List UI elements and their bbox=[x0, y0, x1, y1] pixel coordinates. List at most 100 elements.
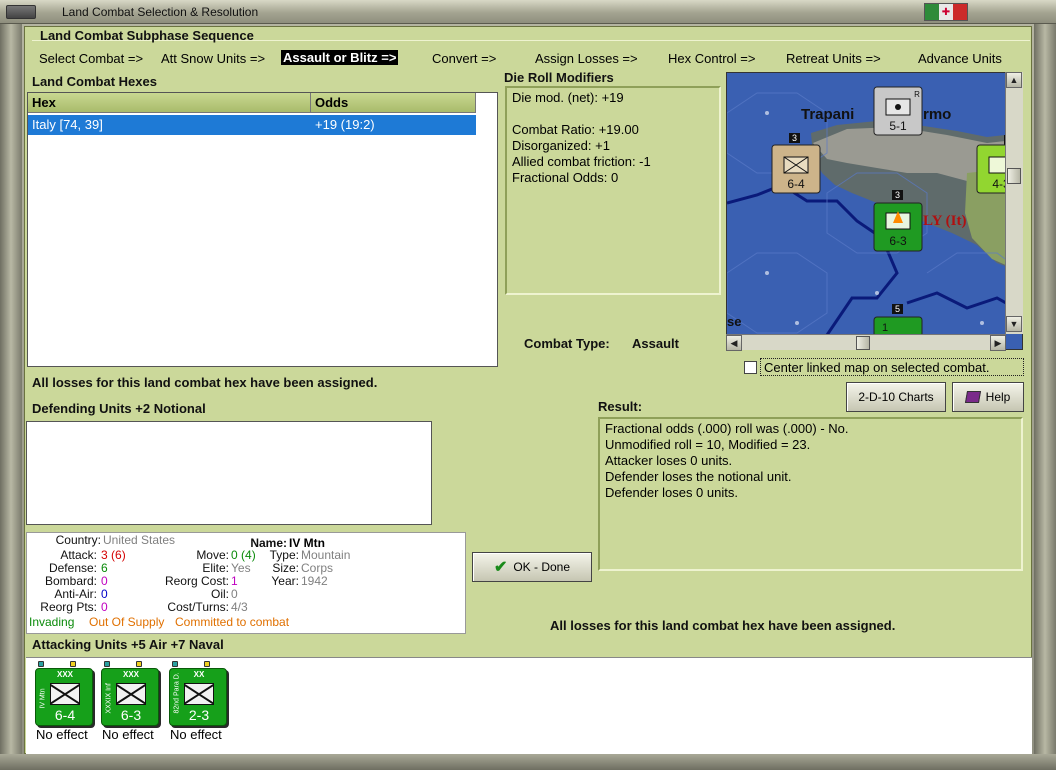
hex-cell[interactable]: Italy [74, 39] bbox=[28, 115, 311, 135]
map-stack-count: 3 bbox=[792, 133, 797, 143]
attacker-effect: No effect bbox=[170, 727, 222, 742]
combat-type-label: Combat Type: bbox=[524, 336, 610, 351]
map-counter-xxxxi-corp[interactable]: 5-1 R bbox=[873, 86, 923, 136]
map-stack-count: 3 bbox=[895, 190, 900, 200]
map-label-palermo: rmo bbox=[923, 106, 951, 123]
map-stack-count: 5 bbox=[895, 304, 900, 314]
map-counter-strength: 1 bbox=[882, 322, 888, 334]
flag-icon: ✚ bbox=[924, 3, 968, 21]
subphase-heading: Land Combat Subphase Sequence bbox=[40, 28, 254, 43]
map-horizontal-scrollbar[interactable]: ◀ ▶ bbox=[726, 334, 1006, 351]
status-invading: Invading bbox=[29, 615, 75, 629]
defenders-list[interactable] bbox=[26, 421, 432, 525]
map-label-se: se bbox=[727, 314, 741, 329]
unit-size: XXX bbox=[56, 670, 73, 679]
losses-message-bottom: All losses for this land combat hex have… bbox=[550, 618, 896, 633]
odds-cell[interactable]: +19 (19:2) bbox=[311, 115, 476, 135]
attacker-counter-iv-mtn[interactable]: XXX IV Mtn 6-4 bbox=[35, 661, 93, 726]
country-label: Country: bbox=[55, 533, 101, 547]
unit-strength: 6-3 bbox=[120, 707, 142, 723]
step-convert: Convert => bbox=[432, 51, 497, 66]
hexes-heading: Land Combat Hexes bbox=[32, 74, 157, 89]
scroll-down-icon[interactable]: ▼ bbox=[1006, 316, 1022, 332]
attacker-effect: No effect bbox=[36, 727, 88, 742]
window-title: Land Combat Selection & Resolution bbox=[62, 5, 259, 19]
result-line: Defender loses 0 units. bbox=[605, 485, 738, 500]
step-advance-units: Advance Units bbox=[918, 51, 1002, 66]
result-line: Fractional odds (.000) roll was (.000) -… bbox=[605, 421, 849, 436]
die-mods-heading: Die Roll Modifiers bbox=[504, 70, 614, 85]
reorg-pts-value: 0 bbox=[101, 600, 108, 614]
cost-turns-label: Cost/Turns: bbox=[167, 600, 229, 614]
map-label-trapani: Trapani bbox=[801, 106, 854, 123]
losses-message-top: All losses for this land combat hex have… bbox=[32, 375, 378, 390]
book-icon bbox=[964, 391, 981, 403]
map-vertical-scrollbar[interactable]: ▲ ▼ bbox=[1005, 72, 1023, 334]
die-mod-line: Disorganized: +1 bbox=[512, 138, 610, 153]
status-committed: Committed to combat bbox=[175, 615, 290, 629]
status-out-of-supply: Out Of Supply bbox=[89, 615, 165, 629]
left-frame-pillar bbox=[0, 24, 22, 770]
die-mod-line: Allied combat friction: -1 bbox=[512, 154, 651, 169]
infantry-symbol-icon bbox=[50, 683, 80, 705]
bottom-frame bbox=[0, 754, 1056, 770]
scroll-left-icon[interactable]: ◀ bbox=[726, 335, 742, 351]
map-label-italy: LY (It) bbox=[923, 213, 966, 229]
result-line: Unmodified roll = 10, Modified = 23. bbox=[605, 437, 811, 452]
right-frame-pillar bbox=[1034, 24, 1056, 770]
infantry-symbol-icon bbox=[116, 683, 146, 705]
scroll-up-icon[interactable]: ▲ bbox=[1006, 72, 1022, 88]
ok-done-label: OK - Done bbox=[513, 560, 571, 574]
charts-button[interactable]: 2-D-10 Charts bbox=[846, 382, 946, 412]
map-counter-strength: 6-3 bbox=[889, 234, 907, 248]
map-canvas[interactable]: Trapani rmo P LY (It) se 6-4 3 5-1 R 6-3 bbox=[727, 73, 1023, 350]
map-counter-strength: 6-4 bbox=[787, 177, 805, 191]
die-mod-line bbox=[512, 106, 714, 122]
hexes-list[interactable]: Hex Odds Italy [74, 39] +19 (19:2) bbox=[27, 92, 498, 367]
map-counter-strength: 5-1 bbox=[889, 119, 907, 133]
die-mod-line: Combat Ratio: +19.00 bbox=[512, 122, 639, 137]
defenders-heading: Defending Units +2 Notional bbox=[32, 401, 206, 416]
unit-info-panel: Country: United States Name: IV Mtn Atta… bbox=[26, 532, 466, 634]
infantry-symbol-icon bbox=[184, 683, 214, 705]
year-value: 1942 bbox=[301, 574, 328, 588]
step-retreat-units: Retreat Units => bbox=[786, 51, 881, 66]
horizontal-scroll-thumb[interactable] bbox=[856, 336, 870, 350]
center-map-checkbox[interactable] bbox=[744, 361, 757, 374]
country-value: United States bbox=[103, 533, 176, 547]
attacker-effect: No effect bbox=[102, 727, 154, 742]
ok-done-button[interactable]: ✔ OK - Done bbox=[472, 552, 592, 582]
step-att-snow-units: Att Snow Units => bbox=[161, 51, 266, 66]
help-button[interactable]: Help bbox=[952, 382, 1024, 412]
linked-map[interactable]: Trapani rmo P LY (It) se 6-4 3 5-1 R 6-3 bbox=[726, 72, 1023, 350]
vertical-scroll-thumb[interactable] bbox=[1007, 168, 1021, 184]
attacker-counter-82nd-para[interactable]: XX 82nd Para D. 2-3 bbox=[169, 661, 227, 726]
title-bar[interactable]: Land Combat Selection & Resolution ✚ bbox=[0, 0, 1056, 24]
attackers-heading: Attacking Units +5 Air +7 Naval bbox=[32, 637, 224, 652]
checkmark-icon: ✔ bbox=[493, 559, 508, 576]
map-stack-count: R bbox=[914, 90, 920, 99]
step-hex-control: Hex Control => bbox=[668, 51, 756, 66]
charts-button-label: 2-D-10 Charts bbox=[858, 390, 934, 404]
hex-column-header[interactable]: Hex bbox=[28, 93, 311, 113]
cost-turns-value: 4/3 bbox=[231, 600, 248, 614]
window-menu-icon[interactable] bbox=[6, 5, 36, 19]
result-line: Defender loses the notional unit. bbox=[605, 469, 792, 484]
result-heading: Result: bbox=[598, 399, 643, 414]
reorg-pts-label: Reorg Pts: bbox=[40, 600, 97, 614]
result-line: Attacker loses 0 units. bbox=[605, 453, 733, 468]
odds-column-header[interactable]: Odds bbox=[311, 93, 476, 113]
step-assault-or-blitz: Assault or Blitz => bbox=[281, 50, 399, 65]
step-assign-losses: Assign Losses => bbox=[535, 51, 638, 66]
step-select-combat: Select Combat => bbox=[39, 51, 144, 66]
year-label: Year: bbox=[271, 574, 299, 588]
result-box: Fractional odds (.000) roll was (.000) -… bbox=[598, 417, 1023, 571]
help-button-label: Help bbox=[985, 390, 1011, 404]
scroll-right-icon[interactable]: ▶ bbox=[990, 335, 1006, 351]
die-mods-box: Die mod. (net): +19 Combat Ratio: +19.00… bbox=[505, 86, 721, 295]
center-map-label[interactable]: Center linked map on selected combat. bbox=[760, 358, 1024, 376]
unit-strength: 6-4 bbox=[54, 707, 76, 723]
unit-size: XXX bbox=[122, 670, 139, 679]
attacker-counter-xxxix-inf[interactable]: XXX XXXIX Inf 6-3 bbox=[101, 661, 159, 726]
combat-type-value: Assault bbox=[632, 336, 679, 351]
